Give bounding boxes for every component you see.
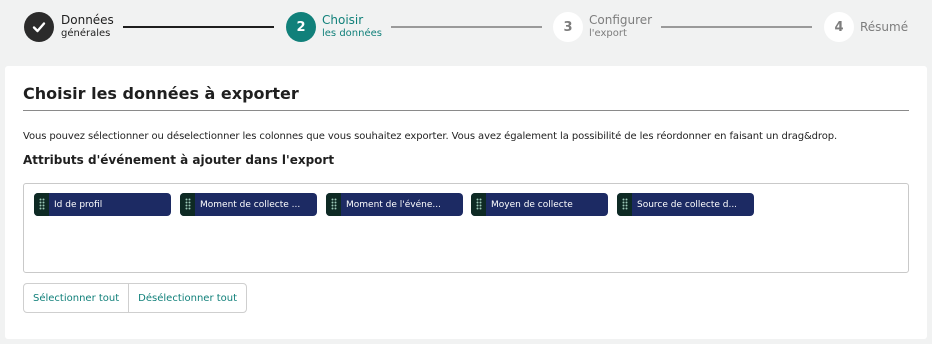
title-divider: [23, 110, 909, 111]
page-title: Choisir les données à exporter: [23, 84, 299, 103]
attribute-chip-label: Moment de collecte ...: [200, 199, 301, 210]
step-connector-1: [123, 26, 274, 28]
step-3-subtitle: l'export: [589, 28, 627, 39]
step-1-title: Données: [61, 13, 114, 27]
step-1-check-icon[interactable]: [24, 12, 54, 42]
drag-handle-icon[interactable]: [617, 193, 632, 216]
step-2-number[interactable]: 2: [286, 12, 316, 42]
drag-handle-icon[interactable]: [180, 193, 195, 216]
step-connector-3: [661, 26, 812, 28]
deselect-all-button[interactable]: Désélectionner tout: [128, 284, 246, 312]
step-1-subtitle: générales: [61, 28, 111, 39]
select-all-button[interactable]: Sélectionner tout: [24, 284, 128, 312]
step-2-title: Choisir: [322, 13, 364, 27]
export-card: Choisir les données à exporter Vous pouv…: [5, 66, 927, 339]
attribute-chip[interactable]: Moyen de collecte: [471, 193, 608, 216]
attribute-chip-label: Id de profil: [54, 199, 103, 210]
selection-button-group: Sélectionner tout Désélectionner tout: [23, 283, 248, 313]
drag-handle-icon[interactable]: [34, 193, 49, 216]
step-2-subtitle: les données: [322, 28, 382, 39]
drag-handle-icon[interactable]: [326, 193, 341, 216]
attribute-chip[interactable]: Moment de l'événe...: [326, 193, 463, 216]
section-label: Attributs d'événement à ajouter dans l'e…: [23, 153, 335, 167]
step-3-number[interactable]: 3: [553, 12, 583, 42]
step-4-title: Résumé: [860, 20, 909, 34]
stepper: Données générales 2 Choisir les données …: [0, 0, 932, 52]
attribute-chip[interactable]: Moment de collecte ...: [180, 193, 317, 216]
attribute-chip[interactable]: Id de profil: [34, 193, 171, 216]
step-4-number[interactable]: 4: [824, 12, 854, 42]
drag-handle-icon[interactable]: [471, 193, 486, 216]
attribute-chip[interactable]: Source de collecte d...: [617, 193, 754, 216]
step-3-title: Configurer: [589, 13, 653, 27]
attribute-chip-label: Moyen de collecte: [491, 199, 573, 210]
description-text: Vous pouvez sélectionner ou déselectionn…: [23, 131, 838, 142]
step-connector-2: [391, 26, 542, 28]
attribute-chip-label: Source de collecte d...: [637, 199, 738, 210]
attribute-chip-label: Moment de l'événe...: [346, 199, 441, 210]
attributes-dropzone[interactable]: Id de profil Moment de collecte ... Mome…: [23, 183, 909, 273]
